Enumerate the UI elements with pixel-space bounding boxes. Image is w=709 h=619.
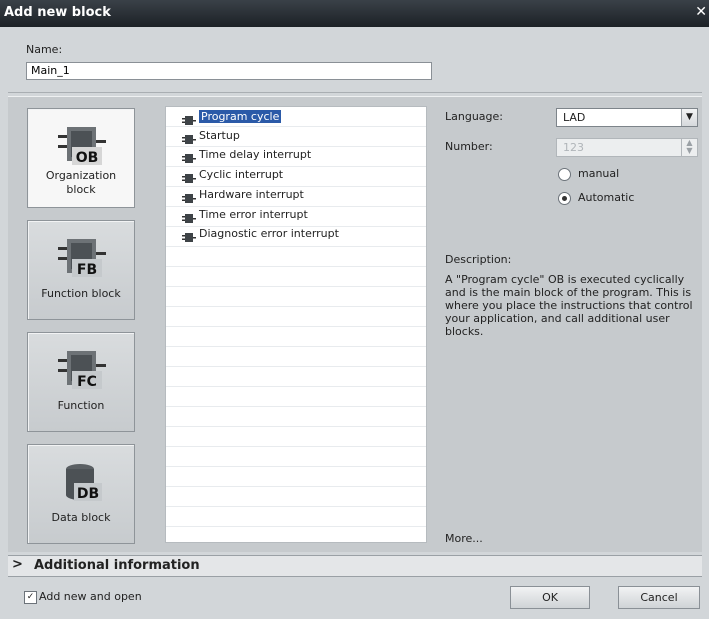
- description-label: Description:: [445, 253, 512, 266]
- db-badge-text: DB: [77, 486, 99, 501]
- radio-manual-label: manual: [578, 167, 620, 180]
- ok-button[interactable]: OK: [510, 586, 590, 609]
- list-item-cyclic-interrupt[interactable]: Cyclic interrupt: [182, 166, 283, 184]
- organization-block-icon: OB: [58, 127, 106, 165]
- radio-manual-dot[interactable]: [558, 168, 571, 181]
- organization-block-label-2: block: [66, 183, 96, 196]
- cancel-button[interactable]: Cancel: [618, 586, 700, 609]
- function-button[interactable]: FC Function: [27, 332, 135, 432]
- ob-block-icon: [182, 230, 196, 242]
- radio-automatic[interactable]: Automatic: [556, 191, 706, 207]
- data-block-label: Data block: [51, 511, 111, 524]
- additional-information-label: Additional information: [34, 558, 200, 573]
- ob-block-icon: [182, 113, 196, 125]
- add-new-block-dialog: Add new block ✕ Name: OB Organization bl…: [0, 0, 709, 619]
- title-bar: Add new block ✕: [0, 0, 709, 27]
- list-item-time-delay-interrupt[interactable]: Time delay interrupt: [182, 146, 311, 164]
- list-item-program-cycle[interactable]: Program cycle: [182, 108, 282, 126]
- dialog-title: Add new block: [4, 5, 111, 20]
- ob-block-icon: [182, 132, 196, 144]
- language-value: LAD: [563, 111, 586, 124]
- ob-badge-text: OB: [76, 150, 99, 165]
- list-item-hardware-interrupt[interactable]: Hardware interrupt: [182, 186, 304, 204]
- spinner-icon: ▲ ▼: [681, 139, 697, 156]
- list-item-startup[interactable]: Startup: [182, 127, 240, 145]
- function-label: Function: [57, 399, 105, 412]
- additional-information-bar[interactable]: > Additional information: [8, 555, 702, 577]
- function-block-icon: FB: [58, 239, 106, 277]
- number-value: 123: [563, 141, 584, 154]
- description-text: A "Program cycle" OB is executed cyclica…: [445, 273, 693, 338]
- function-block-button[interactable]: FB Function block: [27, 220, 135, 320]
- data-block-button[interactable]: DB Data block: [27, 444, 135, 544]
- language-select[interactable]: LAD ▼: [556, 108, 698, 127]
- add-new-and-open-label: Add new and open: [39, 590, 142, 603]
- more-link[interactable]: More...: [445, 532, 483, 545]
- organization-block-button[interactable]: OB Organization block: [27, 108, 135, 208]
- fc-badge-text: FC: [77, 374, 97, 389]
- chevron-right-icon[interactable]: >: [12, 557, 23, 572]
- number-field: 123 ▲ ▼: [556, 138, 698, 157]
- radio-manual[interactable]: manual: [556, 167, 706, 183]
- function-icon: FC: [58, 351, 106, 389]
- list-item-time-error-interrupt[interactable]: Time error interrupt: [182, 206, 308, 224]
- add-new-and-open-checkbox[interactable]: ✓: [24, 591, 37, 604]
- ob-block-icon: [182, 171, 196, 183]
- function-block-label: Function block: [41, 287, 121, 300]
- name-input[interactable]: [26, 62, 432, 80]
- ob-block-icon: [182, 151, 196, 163]
- divider: [8, 92, 702, 93]
- fb-badge-text: FB: [77, 262, 97, 277]
- radio-automatic-label: Automatic: [578, 191, 635, 204]
- language-label: Language:: [445, 110, 503, 123]
- list-item-diagnostic-error-interrupt[interactable]: Diagnostic error interrupt: [182, 225, 339, 243]
- ob-block-icon: [182, 211, 196, 223]
- organization-block-label-1: Organization: [45, 169, 117, 182]
- number-label: Number:: [445, 140, 493, 153]
- radio-automatic-dot[interactable]: [558, 192, 571, 205]
- close-icon[interactable]: ✕: [695, 4, 707, 20]
- chevron-down-icon[interactable]: ▼: [681, 109, 697, 126]
- ob-block-icon: [182, 191, 196, 203]
- name-label: Name:: [26, 43, 63, 56]
- ob-type-list: Program cycle Startup Time delay interru…: [165, 106, 427, 543]
- data-block-icon: DB: [66, 464, 102, 501]
